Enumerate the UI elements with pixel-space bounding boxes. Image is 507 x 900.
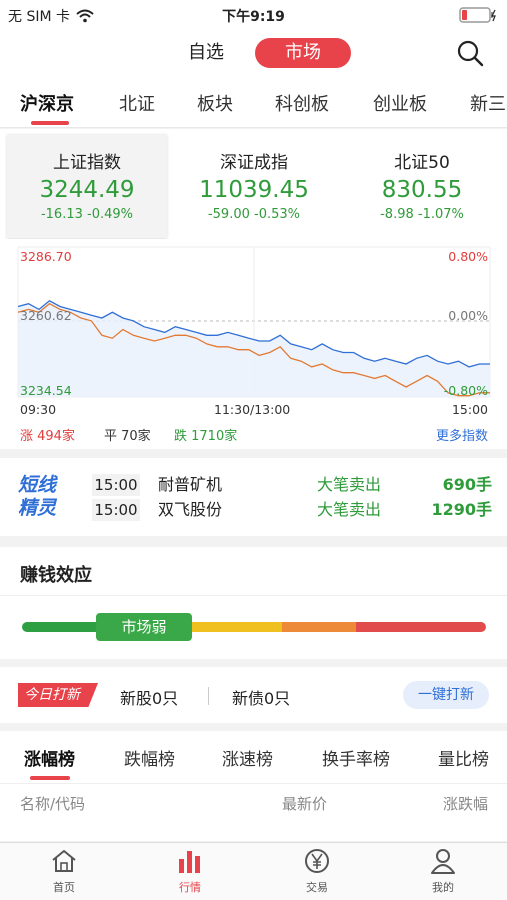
ranking-panel: 涨幅榜 跌幅榜 涨速榜 换手率榜 量比榜 名称/代码 最新价 涨跌幅 [0,731,507,841]
index-name: 深证成指 [220,153,288,173]
index-name: 北证50 [394,153,450,173]
tab-speed[interactable]: 涨速榜 [222,745,273,770]
index-card-bz50[interactable]: 北证50 830.55 -8.98 -1.07% [342,134,502,238]
chart-canvas [17,246,491,398]
sprite-time: 15:00 [92,474,140,496]
x-label-midday: 11:30/13:00 [214,402,291,417]
tab-underline [31,121,69,125]
sprite-time: 15:00 [92,499,140,521]
tab-bankuai[interactable]: 板块 [197,90,233,116]
market-breadth: 涨 494家 平 70家 跌 1710家 更多指数 [0,425,507,447]
column-latest-price[interactable]: 最新价 [282,793,327,814]
sprite-logo: 短线 精灵 [18,474,57,519]
gauge-segment [281,622,357,632]
tab-beizheng[interactable]: 北证 [119,90,155,116]
index-card-shanghai[interactable]: 上证指数 3244.49 -16.13 -0.49% [7,134,167,238]
y-label-mid: 3260.62 [20,308,72,323]
tab-watchlist[interactable]: 自选 [160,38,252,68]
battery-icon [459,7,496,23]
new-stocks-count: 新股0只 [120,689,179,708]
column-change-pct[interactable]: 涨跌幅 [443,793,488,814]
divider [0,595,507,596]
top-header: 自选 市场 [0,30,507,76]
index-card-shenzhen[interactable]: 深证成指 11039.45 -59.00 -0.53% [174,134,334,238]
money-effect-panel[interactable]: 赚钱效应 市场弱 [0,547,507,659]
person-icon [431,849,455,874]
nav-market[interactable]: 行情 [155,847,225,895]
pct-label-mid: 0.00% [448,308,488,323]
bar-chart-icon [179,851,200,873]
sprite-row[interactable]: 15:00 双飞股份 大笔卖出 1290手 [92,499,492,523]
nav-label: 交易 [306,881,328,894]
gauge-segment [189,622,282,632]
index-value: 830.55 [381,177,463,203]
one-click-subscribe-button[interactable]: 一键打新 [403,681,489,709]
gauge-segment [22,622,97,632]
index-change: -8.98 -1.07% [380,207,464,222]
effect-gauge [22,622,486,632]
section-title: 赚钱效应 [20,565,92,586]
nav-profile[interactable]: 我的 [408,847,478,895]
short-sprite-panel[interactable]: 短线 精灵 15:00 耐普矿机 大笔卖出 690手 15:00 双飞股份 大笔… [0,458,507,536]
index-change: -59.00 -0.53% [207,207,301,222]
tab-losers[interactable]: 跌幅榜 [124,745,175,770]
sprite-stock-name: 双飞股份 [158,500,223,519]
search-icon[interactable] [455,38,485,68]
tab-turnover[interactable]: 换手率榜 [322,745,390,770]
sprite-row[interactable]: 15:00 耐普矿机 大笔卖出 690手 [92,474,492,498]
tab-hushenjing[interactable]: 沪深京 [20,90,74,116]
column-name-code[interactable]: 名称/代码 [20,793,85,814]
divider [208,687,209,705]
pct-label-top: 0.80% [448,249,488,264]
flat-count: 平 70家 [104,429,151,444]
nav-label: 首页 [53,881,75,894]
more-indices-link[interactable]: 更多指数 [436,425,488,444]
gauge-segment [356,622,486,632]
status-bar: 无 SIM 卡 下午9:19 [0,0,507,30]
index-change: -16.13 -0.49% [40,207,134,222]
sprite-stock-name: 耐普矿机 [158,475,223,494]
nav-trade[interactable]: 交易 [282,847,352,895]
new-bonds-count: 新债0只 [232,689,291,708]
divider [0,783,507,784]
tab-underline [30,776,70,780]
tab-chuangyeban[interactable]: 创业板 [373,90,427,116]
bottom-nav: 首页 行情 交易 我的 [0,842,507,900]
yen-icon [305,849,329,873]
ipo-tag: 今日打新 [18,683,98,707]
tab-volume-ratio[interactable]: 量比榜 [438,745,489,770]
status-time: 下午9:19 [222,9,285,25]
tab-kechuangban[interactable]: 科创板 [275,90,329,116]
down-count: 跌 1710家 [174,429,238,444]
index-cards: 上证指数 3244.49 -16.13 -0.49% 深证成指 11039.45… [0,129,507,239]
index-value: 11039.45 [199,177,309,203]
tab-market[interactable]: 市场 [255,38,351,68]
sprite-action: 大笔卖出 [317,475,382,494]
y-label-top: 3286.70 [20,249,72,264]
market-tabs: 沪深京 北证 板块 科创板 创业板 新三 [0,76,507,128]
sprite-action: 大笔卖出 [317,500,382,519]
pct-label-bottom: -0.80% [443,383,488,398]
intraday-chart[interactable]: 3286.70 3260.62 3234.54 0.80% 0.00% -0.8… [0,239,507,449]
x-label-open: 09:30 [20,402,57,417]
tab-gainers[interactable]: 涨幅榜 [24,745,75,770]
tab-xinsan[interactable]: 新三 [470,90,506,116]
ipo-panel: 今日打新 新股0只 新债0只 一键打新 [0,667,507,723]
nav-label: 行情 [179,881,201,894]
nav-label: 我的 [432,881,454,894]
nav-home[interactable]: 首页 [29,847,99,895]
index-name: 上证指数 [53,153,121,173]
index-value: 3244.49 [39,177,135,203]
home-icon [52,850,76,872]
gauge-marker: 市场弱 [96,613,192,641]
sprite-volume: 1290手 [431,500,492,519]
x-label-close: 15:00 [451,402,488,417]
sprite-volume: 690手 [442,475,492,494]
up-count: 涨 494家 [20,429,75,444]
y-label-bottom: 3234.54 [20,383,72,398]
